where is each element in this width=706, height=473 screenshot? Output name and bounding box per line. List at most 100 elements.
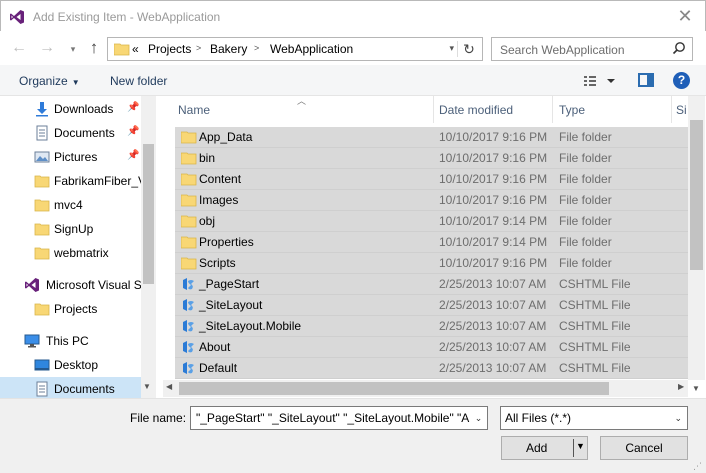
help-button[interactable]: ? (673, 72, 690, 89)
forward-button[interactable]: → (38, 39, 56, 57)
table-row[interactable]: Default 2/25/2013 10:07 AM CSHTML File (175, 358, 688, 379)
file-date-modified: 10/10/2017 9:16 PM (439, 172, 548, 186)
folder-icon (181, 257, 197, 270)
sidebar-item-downloads[interactable]: Downloads 📌 (0, 97, 141, 121)
file-name-value: "_PageStart" "_SiteLayout" "_SiteLayout.… (196, 411, 476, 425)
chevron-down-icon: ⌄ (674, 413, 682, 423)
download-icon (36, 102, 48, 117)
table-row[interactable]: Scripts 10/10/2017 9:16 PM File folder (175, 253, 688, 274)
file-name: Default (199, 361, 238, 375)
dialog-footer: File name: "_PageStart" "_SiteLayout" "_… (0, 398, 706, 473)
column-divider[interactable] (552, 96, 553, 123)
file-type: File folder (559, 214, 612, 228)
sidebar-scroll-thumb[interactable] (143, 144, 154, 284)
folder-icon (181, 215, 197, 228)
sidebar-item-microsoft-visual-studio[interactable]: Microsoft Visual S (0, 273, 142, 297)
column-header-size[interactable]: Si (676, 103, 687, 117)
refresh-button[interactable]: ↻ (460, 40, 478, 58)
table-row[interactable]: obj 10/10/2017 9:14 PM File folder (175, 211, 688, 232)
file-type: CSHTML File (559, 361, 631, 375)
preview-pane-button[interactable] (638, 73, 654, 87)
address-history-dropdown[interactable]: ▾ (449, 43, 454, 54)
breadcrumb-webapplication[interactable]: WebApplication (270, 42, 353, 56)
breadcrumb-bakery[interactable]: Bakery (210, 42, 247, 56)
cancel-button[interactable]: Cancel (600, 436, 688, 460)
file-date-modified: 2/25/2013 10:07 AM (439, 340, 547, 354)
documents-icon (36, 125, 48, 141)
folder-icon (181, 194, 197, 207)
scroll-down-arrow-icon[interactable]: ▼ (143, 382, 151, 391)
table-row[interactable]: bin 10/10/2017 9:16 PM File folder (175, 148, 688, 169)
file-date-modified: 10/10/2017 9:16 PM (439, 193, 548, 207)
table-row[interactable]: _SiteLayout 2/25/2013 10:07 AM CSHTML File (175, 295, 688, 316)
up-button[interactable]: ↑ (85, 39, 103, 57)
table-row[interactable]: App_Data 10/10/2017 9:16 PM File folder (175, 127, 688, 148)
column-header-type[interactable]: Type (559, 103, 585, 117)
split-divider (573, 439, 574, 457)
organize-label: Organize (19, 74, 68, 88)
change-view-button[interactable] (583, 73, 617, 89)
sidebar-item-signup[interactable]: SignUp (0, 217, 141, 241)
address-bar[interactable]: « Projects > Bakery > WebApplication ▾ ↻ (107, 37, 483, 61)
recent-locations-dropdown[interactable]: ▾ (64, 40, 82, 58)
column-divider[interactable] (433, 96, 434, 123)
resize-grip[interactable]: ⋰ (693, 461, 702, 472)
column-divider[interactable] (671, 96, 672, 123)
pin-icon[interactable]: 📌 (127, 102, 139, 113)
search-box[interactable]: Search WebApplication (491, 37, 693, 61)
file-name: bin (199, 151, 216, 165)
file-name-dropdown-icon[interactable]: ⌄ (470, 407, 487, 429)
sidebar-item-pictures[interactable]: Pictures 📌 (0, 145, 141, 169)
cshtml-file-icon (183, 320, 194, 332)
chevron-right-icon[interactable]: > (254, 43, 259, 53)
pin-icon[interactable]: 📌 (127, 150, 139, 161)
table-row[interactable]: Content 10/10/2017 9:16 PM File folder (175, 169, 688, 190)
file-list[interactable]: ︿ Name Date modified Type Si App_Data 10/… (163, 96, 688, 380)
file-name-input[interactable]: "_PageStart" "_SiteLayout" "_SiteLayout.… (190, 406, 488, 430)
sidebar-item-projects[interactable]: Projects (0, 297, 141, 321)
close-button[interactable]: ✕ (675, 6, 695, 26)
folder-icon (34, 247, 50, 260)
scroll-down-arrow-icon[interactable]: ▼ (692, 384, 700, 393)
navigation-pane[interactable]: Downloads 📌 Documents 📌 Pictures 📌 Fabri… (0, 96, 156, 398)
address-overflow[interactable]: « (132, 42, 139, 56)
sidebar-item-this-pc[interactable]: This PC (0, 329, 141, 353)
back-button[interactable]: ← (10, 39, 28, 57)
file-date-modified: 2/25/2013 10:07 AM (439, 277, 547, 291)
file-type-select[interactable]: All Files (*.*) ⌄ (500, 406, 688, 430)
column-header-name[interactable]: Name (178, 103, 210, 117)
sidebar-item-documents-selected[interactable]: Documents (0, 377, 141, 398)
file-name: _SiteLayout (199, 298, 263, 312)
file-list-vertical-scroll-thumb[interactable] (690, 120, 703, 270)
table-row[interactable]: Properties 10/10/2017 9:14 PM File folder (175, 232, 688, 253)
sidebar-item-documents[interactable]: Documents 📌 (0, 121, 141, 145)
file-date-modified: 10/10/2017 9:14 PM (439, 214, 548, 228)
table-row[interactable]: _SiteLayout.Mobile 2/25/2013 10:07 AM CSHT… (175, 316, 688, 337)
file-name-label: File name: (130, 411, 187, 425)
pin-icon[interactable]: 📌 (127, 126, 139, 137)
add-options-dropdown[interactable]: ▼ (576, 441, 585, 451)
chevron-right-icon[interactable]: > (196, 43, 201, 53)
column-header-date-modified[interactable]: Date modified (439, 103, 513, 117)
file-name: About (199, 340, 231, 354)
table-row[interactable]: About 2/25/2013 10:07 AM CSHTML File (175, 337, 688, 358)
scroll-right-arrow-icon[interactable]: ▶ (678, 382, 684, 391)
sidebar-item-label: FabrikamFiber_V (54, 174, 147, 188)
table-row[interactable]: _PageStart 2/25/2013 10:07 AM CSHTML File (175, 274, 688, 295)
organize-menu[interactable]: Organize ▼ (19, 74, 80, 88)
sidebar-item-mvc4[interactable]: mvc4 (0, 193, 141, 217)
file-list-horizontal-scroll-thumb[interactable] (179, 382, 609, 395)
folder-icon (114, 43, 130, 56)
search-icon[interactable] (672, 41, 686, 55)
table-row[interactable]: Images 10/10/2017 9:16 PM File folder (175, 190, 688, 211)
sidebar-item-fabrikamfiber[interactable]: FabrikamFiber_V (0, 169, 146, 193)
scroll-left-arrow-icon[interactable]: ◀ (166, 382, 172, 391)
file-date-modified: 10/10/2017 9:16 PM (439, 151, 548, 165)
cshtml-file-icon (183, 341, 194, 353)
add-button[interactable]: Add ▼ (501, 436, 588, 460)
file-type-value: All Files (*.*) (505, 411, 572, 425)
sidebar-item-webmatrix[interactable]: webmatrix (0, 241, 141, 265)
sidebar-item-desktop[interactable]: Desktop (0, 353, 141, 377)
new-folder-button[interactable]: New folder (110, 74, 167, 88)
breadcrumb-projects[interactable]: Projects (148, 42, 191, 56)
